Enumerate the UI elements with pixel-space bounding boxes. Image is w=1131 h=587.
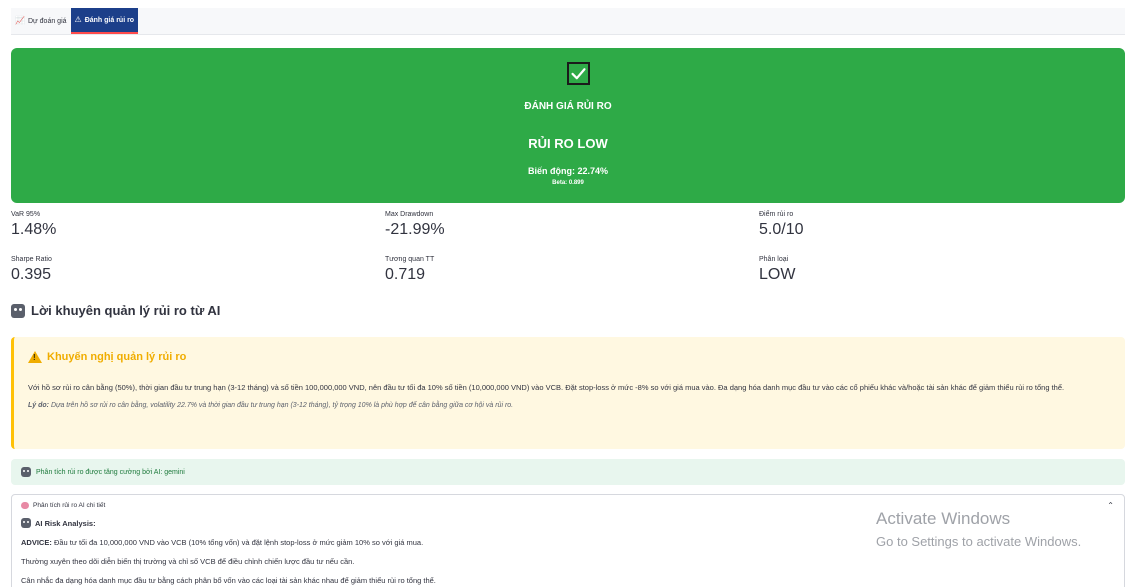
metric-sharpe-ratio: Sharpe Ratio 0.395 [11,256,211,284]
tab-risk-assessment[interactable]: ⚠ Đánh giá rủi ro [70,8,139,34]
subtitle-text: AI Risk Analysis: [35,518,96,528]
metric-label: Sharpe Ratio [11,256,52,263]
chevron-up-icon[interactable]: ⌃ [1107,501,1114,510]
tab-label: Đánh giá rủi ro [84,16,135,24]
risk-summary-card: ĐÁNH GIÁ RỦI RO RỦI RO LOW Biến động: 22… [11,48,1125,203]
metric-market-correlation: Tương quan TT 0.719 [385,256,585,284]
recommendation-reason: Lý do: Dựa trên hồ sơ rủi ro cân bằng, v… [28,402,1111,409]
robot-icon [21,518,31,528]
advice-label: ADVICE: [21,538,52,547]
metric-label: Tương quan TT [385,256,435,263]
watermark-subtitle: Go to Settings to activate Windows. [876,534,1082,549]
metric-value: LOW [759,266,796,283]
volatility-value: Biến động: 22.74% [527,166,608,176]
analysis-line: Thường xuyên theo dõi diễn biến thị trườ… [21,557,355,566]
chart-icon: 📈 [15,16,25,25]
risk-card-title: ĐÁNH GIÁ RỦI RO [524,101,612,112]
metric-value: 0.719 [385,266,426,283]
expander-header[interactable]: Phân tích rủi ro AI chi tiết [21,502,1115,509]
risk-level: RỦI RO LOW [528,136,608,151]
metric-label: VaR 95% [11,211,41,218]
expander-title: Phân tích rủi ro AI chi tiết [33,502,106,509]
ai-advice-heading: Lời khuyên quản lý rủi ro từ AI [11,303,220,318]
metric-value: 0.395 [11,266,52,283]
beta-value: Beta: 0.899 [552,180,584,186]
recommendation-header: Khuyến nghị quản lý rủi ro [28,351,1111,363]
robot-icon [11,303,25,318]
reason-text: Dựa trên hồ sơ rủi ro cân bằng, volatili… [50,402,514,409]
metric-value: -21.99% [385,221,445,238]
warning-icon: ⚠ [74,15,82,24]
analysis-line: Cân nhắc đa dạng hóa danh mục đầu tư bằn… [21,576,436,585]
metric-label: Max Drawdown [385,211,434,218]
tab-price-prediction[interactable]: 📈 Dự đoán giá [11,8,71,34]
metric-var: VaR 95% 1.48% [11,211,211,239]
warning-icon [28,351,42,363]
recommendation-box: Khuyến nghị quản lý rủi ro Với hồ sơ rủi… [11,337,1125,449]
tab-label: Dự đoán giá [27,17,67,25]
metric-value: 5.0/10 [759,221,804,238]
activate-windows-watermark: Activate Windows Go to Settings to activ… [876,509,1081,549]
metric-label: Điểm rủi ro [759,211,794,218]
advice-text: Đầu tư tối đa 10,000,000 VND vào VCB (10… [53,538,424,547]
metric-max-drawdown: Max Drawdown -21.99% [385,211,585,239]
brain-icon [21,502,29,509]
tab-bar: 📈 Dự đoán giá ⚠ Đánh giá rủi ro [11,8,1125,35]
robot-icon [21,467,31,477]
watermark-title: Activate Windows [876,509,1011,528]
metric-value: 1.48% [11,221,57,238]
ai-advice-title: Lời khuyên quản lý rủi ro từ AI [31,303,221,318]
ai-enhanced-text: Phân tích rủi ro được tăng cường bởi AI:… [36,468,185,476]
checkmark-icon [567,62,590,85]
recommendation-body: Với hồ sơ rủi ro cân bằng (50%), thời gi… [28,383,1065,392]
metric-label: Phân loại [759,256,789,263]
reason-label: Lý do: [28,402,49,409]
recommendation-title: Khuyến nghị quản lý rủi ro [47,351,187,363]
metric-classification: Phân loại LOW [759,256,959,284]
ai-enhanced-note: Phân tích rủi ro được tăng cường bởi AI:… [11,459,1125,485]
metric-risk-score: Điểm rủi ro 5.0/10 [759,211,959,239]
